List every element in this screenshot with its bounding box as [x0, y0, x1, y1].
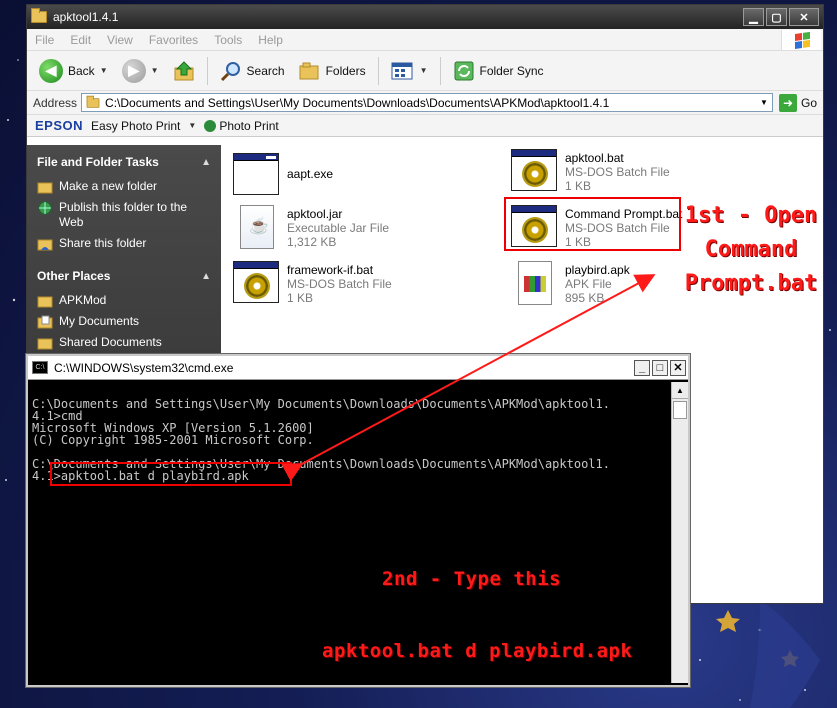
annotation-arrow: [281, 274, 656, 482]
